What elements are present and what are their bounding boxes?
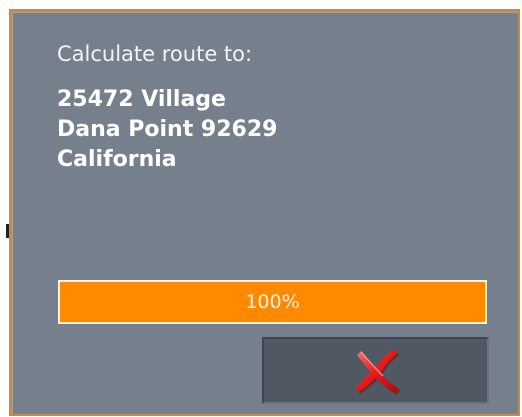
left-edge bbox=[0, 0, 9, 417]
destination-address: 25472 Village Dana Point 92629 Californi… bbox=[57, 85, 277, 175]
dialog-heading: Calculate route to: bbox=[57, 42, 253, 66]
close-icon bbox=[354, 348, 400, 395]
address-line-street: 25472 Village bbox=[57, 87, 226, 112]
route-progress-bar: 100% bbox=[58, 280, 487, 324]
screen: Calculate route to: 25472 Village Dana P… bbox=[0, 0, 522, 417]
cancel-button[interactable] bbox=[262, 337, 489, 404]
address-line-city: Dana Point 92629 bbox=[57, 117, 278, 142]
progress-label: 100% bbox=[245, 291, 300, 313]
address-line-state: California bbox=[57, 147, 177, 172]
route-calculation-dialog: Calculate route to: 25472 Village Dana P… bbox=[9, 9, 520, 416]
